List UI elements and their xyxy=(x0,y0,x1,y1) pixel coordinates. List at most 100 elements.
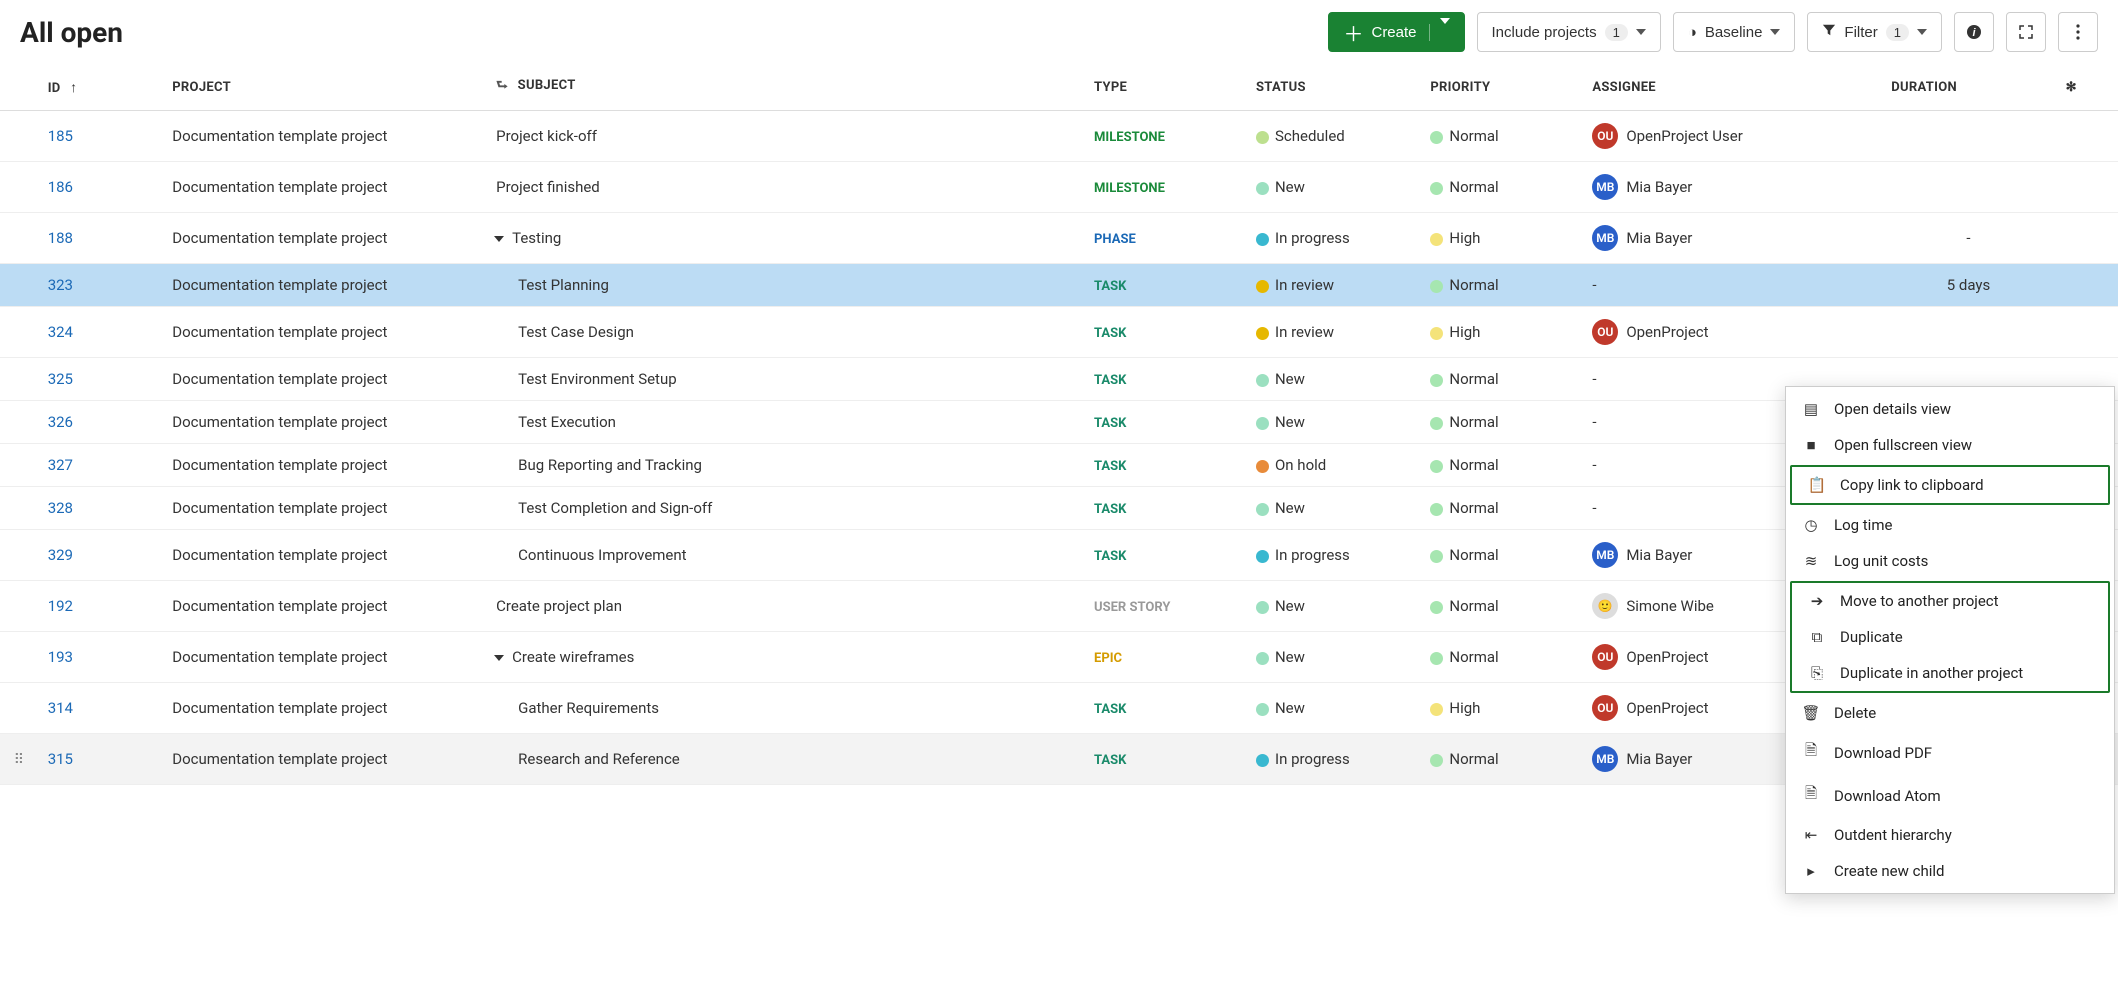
create-dropdown-chevron[interactable] xyxy=(1429,24,1450,41)
menu-download-pdf[interactable]: 🗎 Download PDF xyxy=(1786,731,2114,774)
status-cell[interactable]: New xyxy=(1246,581,1420,632)
menu-open-details[interactable]: ▤ Open details view xyxy=(1786,391,2114,427)
menu-delete[interactable]: 🗑 Delete xyxy=(1786,695,2114,731)
project-cell[interactable]: Documentation template project xyxy=(162,401,486,444)
project-cell[interactable]: Documentation template project xyxy=(162,111,486,162)
status-cell[interactable]: New xyxy=(1246,162,1420,213)
work-package-id-link[interactable]: 188 xyxy=(48,229,73,247)
column-duration[interactable]: DURATION xyxy=(1881,64,2055,111)
table-row[interactable]: 324 Documentation template projectTest Ca… xyxy=(0,307,2118,358)
assignee-cell[interactable]: OUOpenProject xyxy=(1582,307,1881,358)
status-cell[interactable]: In review xyxy=(1246,264,1420,307)
menu-copy-link[interactable]: 📋 Copy link to clipboard xyxy=(1792,467,2108,503)
subject-cell[interactable]: Test Planning xyxy=(486,264,1084,307)
column-id[interactable]: ID ↑ xyxy=(38,64,163,111)
subject-cell[interactable]: Gather Requirements xyxy=(486,683,1084,734)
table-row[interactable]: 185Documentation template projectProject… xyxy=(0,111,2118,162)
more-actions-button[interactable] xyxy=(2058,12,2098,52)
assignee-cell[interactable]: - xyxy=(1582,264,1881,307)
project-cell[interactable]: Documentation template project xyxy=(162,632,486,683)
menu-duplicate-project[interactable]: ⎘ Duplicate in another project xyxy=(1792,655,2108,691)
subject-cell[interactable]: Research and Reference xyxy=(486,734,1084,785)
column-type[interactable]: TYPE xyxy=(1084,64,1246,111)
assignee-cell[interactable]: OUOpenProject User xyxy=(1582,111,1881,162)
status-cell[interactable]: New xyxy=(1246,683,1420,734)
info-button[interactable]: i xyxy=(1954,12,1994,52)
project-cell[interactable]: Documentation template project xyxy=(162,530,486,581)
subject-cell[interactable]: Testing xyxy=(486,213,1084,264)
project-cell[interactable]: Documentation template project xyxy=(162,581,486,632)
menu-download-atom[interactable]: 🗎 Download Atom xyxy=(1786,774,2114,817)
type-cell[interactable]: TASK xyxy=(1084,487,1246,530)
work-package-id-link[interactable]: 328 xyxy=(48,499,73,517)
type-cell[interactable]: TASK xyxy=(1084,307,1246,358)
column-project[interactable]: PROJECT xyxy=(162,64,486,111)
priority-cell[interactable]: Normal xyxy=(1420,111,1582,162)
status-cell[interactable]: In progress xyxy=(1246,530,1420,581)
menu-log-time[interactable]: ◷ Log time xyxy=(1786,507,2114,543)
drag-handle-icon[interactable]: ⠿ xyxy=(14,752,24,768)
filter-button[interactable]: Filter 1 xyxy=(1807,12,1942,52)
project-cell[interactable]: Documentation template project xyxy=(162,307,486,358)
menu-outdent[interactable]: ⇤ Outdent hierarchy xyxy=(1786,817,2114,853)
project-cell[interactable]: Documentation template project xyxy=(162,213,486,264)
status-cell[interactable]: In progress xyxy=(1246,213,1420,264)
subject-cell[interactable]: Test Case Design xyxy=(486,307,1084,358)
column-settings[interactable]: ✻ xyxy=(2056,64,2118,111)
priority-cell[interactable]: Normal xyxy=(1420,632,1582,683)
duration-cell[interactable]: - xyxy=(1881,213,2055,264)
subject-cell[interactable]: Create wireframes xyxy=(486,632,1084,683)
create-button[interactable]: ＋ Create xyxy=(1328,12,1464,52)
work-package-id-link[interactable]: 324 xyxy=(48,323,73,341)
menu-open-fullscreen[interactable]: ■ Open fullscreen view xyxy=(1786,427,2114,463)
status-cell[interactable]: New xyxy=(1246,487,1420,530)
priority-cell[interactable]: Normal xyxy=(1420,401,1582,444)
priority-cell[interactable]: Normal xyxy=(1420,264,1582,307)
menu-new-child[interactable]: ▸ Create new child xyxy=(1786,853,2114,889)
table-row[interactable]: 323Documentation template projectTest Pl… xyxy=(0,264,2118,307)
type-cell[interactable]: TASK xyxy=(1084,358,1246,401)
subject-cell[interactable]: Test Environment Setup xyxy=(486,358,1084,401)
project-cell[interactable]: Documentation template project xyxy=(162,487,486,530)
work-package-id-link[interactable]: 192 xyxy=(48,597,73,615)
baseline-button[interactable]: ◑ Baseline xyxy=(1673,12,1796,52)
priority-cell[interactable]: Normal xyxy=(1420,487,1582,530)
menu-log-unit-costs[interactable]: ≋ Log unit costs xyxy=(1786,543,2114,579)
project-cell[interactable]: Documentation template project xyxy=(162,683,486,734)
work-package-id-link[interactable]: 327 xyxy=(48,456,73,474)
type-cell[interactable]: MILESTONE xyxy=(1084,162,1246,213)
priority-cell[interactable]: Normal xyxy=(1420,581,1582,632)
expand-toggle-icon[interactable] xyxy=(494,655,504,661)
table-row[interactable]: 188 Documentation template projectTesting… xyxy=(0,213,2118,264)
duration-cell[interactable] xyxy=(1881,162,2055,213)
duration-cell[interactable] xyxy=(1881,111,2055,162)
subject-cell[interactable]: Create project plan xyxy=(486,581,1084,632)
priority-cell[interactable]: Normal xyxy=(1420,734,1582,785)
subject-cell[interactable]: Continuous Improvement xyxy=(486,530,1084,581)
table-row[interactable]: 186Documentation template projectProject… xyxy=(0,162,2118,213)
status-cell[interactable]: On hold xyxy=(1246,444,1420,487)
work-package-id-link[interactable]: 314 xyxy=(48,699,73,717)
work-package-id-link[interactable]: 193 xyxy=(48,648,73,666)
type-cell[interactable]: TASK xyxy=(1084,734,1246,785)
subject-cell[interactable]: Test Completion and Sign-off xyxy=(486,487,1084,530)
work-package-id-link[interactable]: 185 xyxy=(48,127,73,145)
type-cell[interactable]: PHASE xyxy=(1084,213,1246,264)
type-cell[interactable]: TASK xyxy=(1084,444,1246,487)
column-subject[interactable]: ⮑ SUBJECT xyxy=(486,64,1084,111)
duration-cell[interactable]: 5 days xyxy=(1881,264,2055,307)
work-package-id-link[interactable]: 315 xyxy=(48,750,73,768)
work-package-id-link[interactable]: 326 xyxy=(48,413,73,431)
work-package-id-link[interactable]: 329 xyxy=(48,546,73,564)
priority-cell[interactable]: Normal xyxy=(1420,444,1582,487)
project-cell[interactable]: Documentation template project xyxy=(162,444,486,487)
status-cell[interactable]: New xyxy=(1246,632,1420,683)
project-cell[interactable]: Documentation template project xyxy=(162,358,486,401)
type-cell[interactable]: TASK xyxy=(1084,683,1246,734)
priority-cell[interactable]: Normal xyxy=(1420,162,1582,213)
column-priority[interactable]: PRIORITY xyxy=(1420,64,1582,111)
work-package-id-link[interactable]: 325 xyxy=(48,370,73,388)
include-projects-button[interactable]: Include projects 1 xyxy=(1477,12,1661,52)
subject-cell[interactable]: Test Execution xyxy=(486,401,1084,444)
status-cell[interactable]: In progress xyxy=(1246,734,1420,785)
